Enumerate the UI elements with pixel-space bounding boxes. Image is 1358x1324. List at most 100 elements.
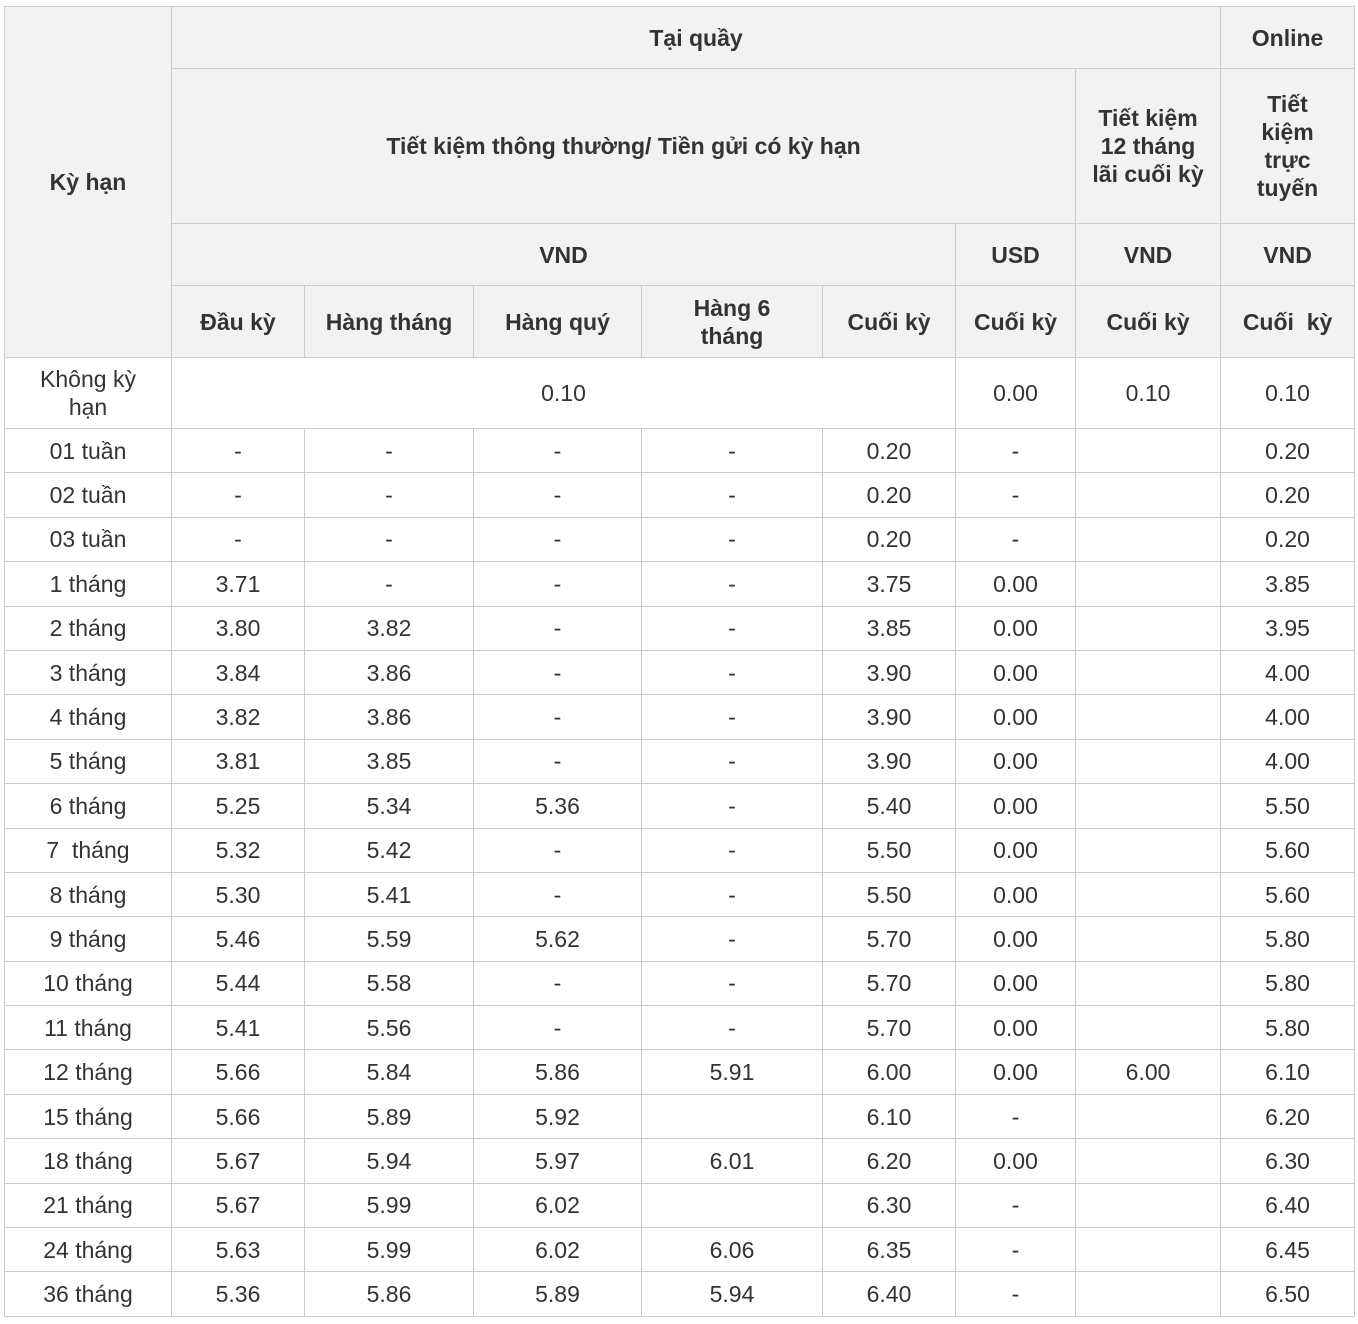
term-cell: 1 tháng [4,561,172,607]
rate-cell-cuoi-ky: 6.35 [822,1227,956,1273]
rate-cell-online: 5.80 [1220,1005,1356,1051]
rate-cell-hang-quy: 5.92 [473,1093,642,1140]
rate-cell-usd: 0.00 [955,871,1076,918]
rate-cell-usd: 0.00 [955,783,1076,829]
rate-cell-usd: 0.00 [955,561,1076,607]
rate-cell-dau-ky: 3.80 [171,605,305,651]
term-cell: 36 tháng [4,1271,172,1317]
rate-cell-cuoi-ky: 6.30 [822,1182,956,1229]
rate-cell-hang-6-thang: - [641,1005,823,1051]
rate-cell-dau-ky: 3.71 [171,561,305,607]
rate-cell-usd: - [955,427,1076,474]
term-cell: 18 tháng [4,1138,172,1184]
rate-cell-hang-6-thang: - [641,516,823,563]
table-row: 9 tháng 5.46 5.59 5.62-5.70 0.00 5.80 [4,916,1356,962]
rate-cell-savings12 [1074,1227,1222,1273]
rate-cell-hang-thang: - [304,427,474,474]
rate-cell-cuoi-ky: 3.90 [822,649,956,696]
table-header: Kỳ hạn Tại quầy Online Tiết kiệm thông t… [4,6,1356,358]
rate-cell-hang-6-thang: - [641,605,823,651]
rate-cell-cuoi-ky: 5.70 [822,916,956,962]
table-row: 02 tuần - - - -0.20-0.20 [4,472,1356,518]
rate-cell-cuoi-ky: 6.00 [822,1049,956,1095]
rate-cell-vnd: 0.10 [171,357,956,429]
rate-cell-cuoi-ky: 5.50 [822,827,956,873]
term-cell: 5 tháng [4,738,172,785]
rate-cell-hang-thang: 5.58 [304,960,474,1007]
interest-rate-table: Kỳ hạn Tại quầy Online Tiết kiệm thông t… [4,6,1356,1317]
rate-cell-hang-thang: 5.89 [304,1093,474,1140]
rate-cell-dau-ky: 5.46 [171,916,305,962]
table-row: 24 tháng 5.63 5.99 6.02 6.06 6.35- 6.45 [4,1227,1356,1273]
header-vnd-online: VND [1220,223,1356,286]
rate-cell-hang-quy: - [473,516,642,563]
rate-cell-usd: - [955,472,1076,518]
term-cell: 10 tháng [4,960,172,1007]
rate-cell-hang-thang: 5.94 [304,1138,474,1184]
rate-cell-hang-thang: 5.41 [304,871,474,918]
rate-cell-hang-6-thang: - [641,916,823,962]
rate-cell-dau-ky: 5.66 [171,1093,305,1140]
rate-cell-hang-6-thang: - [641,871,823,918]
rate-cell-hang-thang: 5.84 [304,1049,474,1095]
rate-cell-savings12 [1074,1271,1222,1317]
rate-cell-savings12: 0.10 [1074,357,1222,429]
rate-cell-hang-thang: - [304,561,474,607]
rate-cell-dau-ky: 5.67 [171,1182,305,1229]
rate-cell-hang-6-thang: - [641,561,823,607]
term-cell: 24 tháng [4,1227,172,1273]
rate-cell-online: 3.85 [1220,561,1356,607]
rate-cell-hang-thang: 5.99 [304,1182,474,1229]
rate-cell-dau-ky: 5.32 [171,827,305,873]
rate-cell-online: 5.60 [1220,871,1356,918]
rate-cell-dau-ky: 5.66 [171,1049,305,1095]
col-savings12-cuoi-ky: Cuối kỳ [1074,285,1222,358]
rate-cell-savings12 [1074,605,1222,651]
rate-cell-usd: 0.00 [955,827,1076,873]
rate-cell-savings12 [1074,516,1222,563]
rate-cell-online: 3.95 [1220,605,1356,651]
rate-cell-usd: 0.00 [955,738,1076,785]
rate-cell-online: 6.40 [1220,1182,1356,1229]
rate-cell-hang-6-thang: - [641,649,823,696]
col-cuoi-ky: Cuối kỳ [822,285,956,358]
rate-cell-savings12 [1074,1093,1222,1140]
rate-cell-savings12 [1074,960,1222,1007]
rate-cell-savings12 [1074,1138,1222,1184]
rate-cell-hang-quy: 6.02 [473,1182,642,1229]
rate-cell-dau-ky: 3.81 [171,738,305,785]
rate-cell-cuoi-ky: 3.75 [822,561,956,607]
rate-cell-hang-quy: - [473,694,642,740]
table-row: 8 tháng 5.30 5.41- -5.50 0.00 5.60 [4,871,1356,918]
col-dau-ky: Đầu kỳ [171,285,305,358]
table-row: 12 tháng 5.66 5.84 5.86 5.91 6.00 0.00 6.00 6.10 [4,1049,1356,1095]
rate-cell-usd: - [955,516,1076,563]
rate-cell-cuoi-ky: 0.20 [822,427,956,474]
rate-cell-hang-6-thang: 6.06 [641,1227,823,1273]
rate-cell-hang-quy: - [473,827,642,873]
rate-cell-usd: 0.00 [955,1138,1076,1184]
table-row: 10 tháng 5.44 5.58- -5.70 0.00 5.80 [4,960,1356,1007]
rate-cell-cuoi-ky: 6.20 [822,1138,956,1184]
rate-cell-online: 5.60 [1220,827,1356,873]
rate-cell-hang-quy: - [473,871,642,918]
rate-cell-dau-ky: 5.30 [171,871,305,918]
rate-cell-hang-thang: 5.42 [304,827,474,873]
term-cell: 3 tháng [4,649,172,696]
table-row: 2 tháng 3.80 3.82- -3.85 0.00 3.95 [4,605,1356,651]
rate-cell-hang-quy: 5.89 [473,1271,642,1317]
rate-cell-dau-ky: 5.44 [171,960,305,1007]
rate-cell-savings12 [1074,827,1222,873]
rate-cell-hang-quy: - [473,472,642,518]
header-savings-12m: Tiết kiệm 12 tháng lãi cuối kỳ [1074,68,1222,224]
header-regular-savings: Tiết kiệm thông thường/ Tiền gửi có kỳ h… [171,68,1076,224]
rate-cell-savings12 [1074,694,1222,740]
table-row: 15 tháng 5.66 5.89 5.92 6.10- 6.20 [4,1093,1356,1140]
rate-cell-dau-ky: - [171,472,305,518]
rate-cell-online: 5.80 [1220,916,1356,962]
rate-cell-hang-quy: 5.36 [473,783,642,829]
rate-cell-hang-quy: - [473,1005,642,1051]
term-cell: 7 tháng [4,827,172,873]
table-row: 6 tháng 5.25 5.34 5.36-5.40 0.00 5.50 [4,783,1356,829]
table-row: 18 tháng 5.67 5.94 5.97 6.01 6.20 0.00 6.30 [4,1138,1356,1184]
